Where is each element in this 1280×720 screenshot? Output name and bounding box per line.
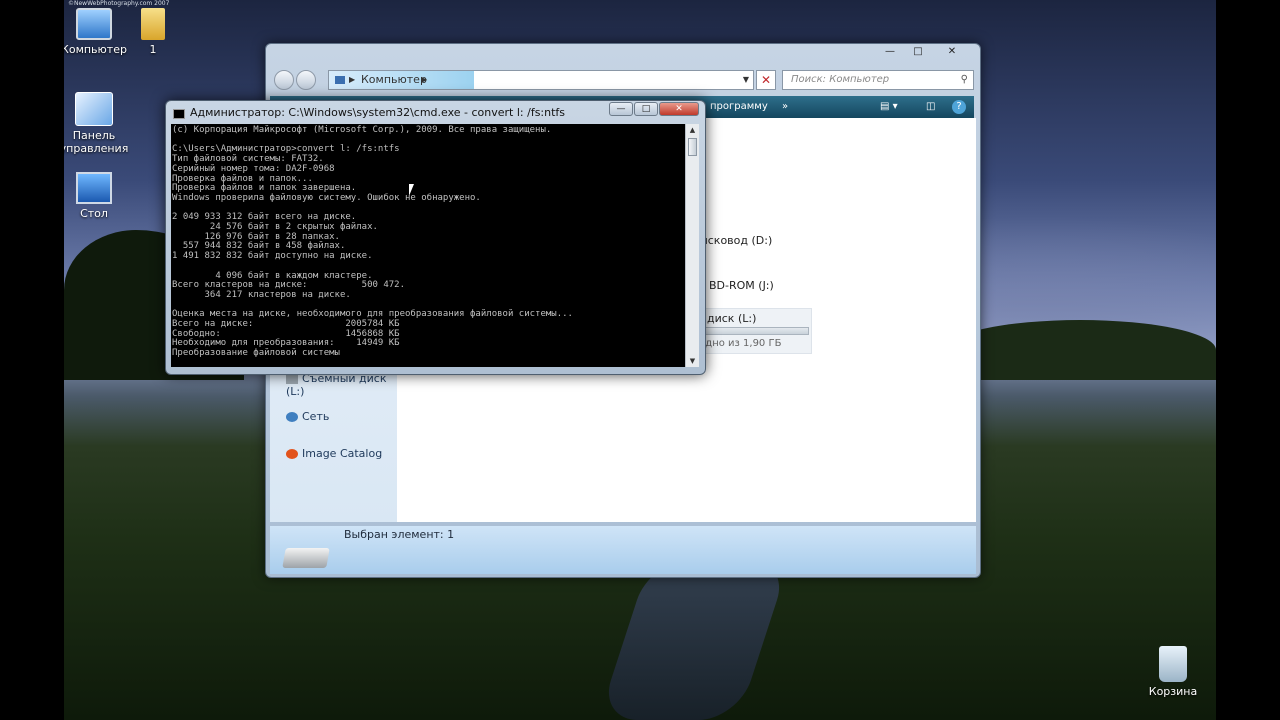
desktop-icon-recycle-bin[interactable]: Корзина (1137, 646, 1209, 698)
chevron-down-icon[interactable]: ▼ (743, 71, 749, 89)
search-placeholder: Поиск: Компьютер (791, 74, 890, 85)
desktop-icon-control-panel[interactable]: Панель управления (64, 92, 130, 155)
mouse-cursor-icon (409, 184, 414, 196)
desktop-icon-folder-1[interactable]: 1 (117, 8, 189, 56)
cmd-scrollbar[interactable]: ▲ ▼ (685, 124, 699, 367)
chevron-right-icon[interactable]: ▶ (421, 71, 427, 89)
selected-count: Выбран элемент: 1 (344, 528, 455, 541)
stream (598, 560, 790, 720)
folder-icon (141, 8, 165, 40)
desktop-icon-desk[interactable]: Стол (64, 172, 130, 220)
image-catalog-icon (286, 449, 298, 459)
help-icon[interactable]: ? (952, 100, 966, 114)
cmd-minimize-button[interactable]: — (609, 102, 633, 116)
address-text: Компьютер (361, 73, 427, 86)
maximize-button[interactable]: □ (904, 44, 932, 60)
drive-j-label[interactable]: BD-ROM (J:) (709, 279, 774, 292)
toolbar-more-button[interactable]: » (782, 96, 788, 118)
cmd-close-button[interactable]: ✕ (659, 102, 699, 116)
network-icon (286, 412, 298, 422)
cmd-window-controls: — □ ✕ (608, 102, 699, 116)
views-icon[interactable]: ▤ ▾ (880, 96, 898, 118)
drive-l-free-text: бодно из 1,90 ГБ (693, 338, 782, 349)
minimize-button[interactable]: — (876, 44, 904, 60)
explorer-window-controls: — □ ✕ (876, 44, 972, 60)
desktop-icon-label: Корзина (1148, 685, 1198, 698)
console-output-area[interactable]: (c) Корпорация Майкрософт (Microsoft Cor… (171, 124, 685, 367)
search-icon[interactable]: ⚲ (961, 71, 968, 89)
nav-item-removable-disk[interactable]: Съемный диск (L:) (286, 372, 397, 398)
details-pane: Выбран элемент: 1 (270, 526, 976, 574)
cmd-maximize-button[interactable]: □ (634, 102, 658, 116)
monitor-icon (76, 172, 112, 204)
desktop-icon-label: Панель управления (64, 129, 129, 155)
computer-icon (76, 8, 112, 40)
computer-small-icon (335, 76, 345, 84)
nav-item-network[interactable]: Сеть (286, 410, 329, 423)
drive-l-label: диск (L:) (707, 312, 757, 325)
hills-silhouette (944, 320, 1216, 380)
wallpaper-watermark: ©NewWebPhotography.com 2007 (68, 0, 170, 7)
close-button[interactable]: ✕ (932, 44, 972, 60)
nav-item-image-catalog[interactable]: Image Catalog (286, 447, 382, 460)
cmd-title: Администратор: C:\Windows\system32\cmd.e… (190, 106, 566, 119)
forward-button[interactable] (296, 70, 316, 90)
clear-address-button[interactable]: ✕ (756, 70, 776, 90)
drive-icon (286, 374, 298, 384)
cmd-icon (173, 109, 185, 119)
cmd-window[interactable]: Администратор: C:\Windows\system32\cmd.e… (165, 100, 706, 375)
usb-drive-icon (282, 548, 330, 568)
desktop-icon-label: 1 (149, 43, 157, 56)
toolbar-item-program[interactable]: программу (710, 96, 768, 118)
recycle-bin-icon (1159, 646, 1187, 682)
control-panel-icon (75, 92, 113, 126)
address-bar[interactable]: ▶ Компьютер ▶ ▼ (328, 70, 754, 90)
scroll-down-icon[interactable]: ▼ (686, 355, 699, 367)
back-button[interactable] (274, 70, 294, 90)
chevron-right-icon[interactable]: ▶ (349, 71, 355, 89)
preview-pane-icon[interactable]: ◫ (926, 96, 935, 118)
scroll-thumb[interactable] (688, 138, 697, 156)
console-text: (c) Корпорация Майкрософт (Microsoft Cor… (172, 125, 573, 359)
scroll-up-icon[interactable]: ▲ (686, 124, 699, 136)
search-input[interactable]: Поиск: Компьютер ⚲ (782, 70, 974, 90)
desktop-icon-label: Стол (80, 207, 108, 220)
